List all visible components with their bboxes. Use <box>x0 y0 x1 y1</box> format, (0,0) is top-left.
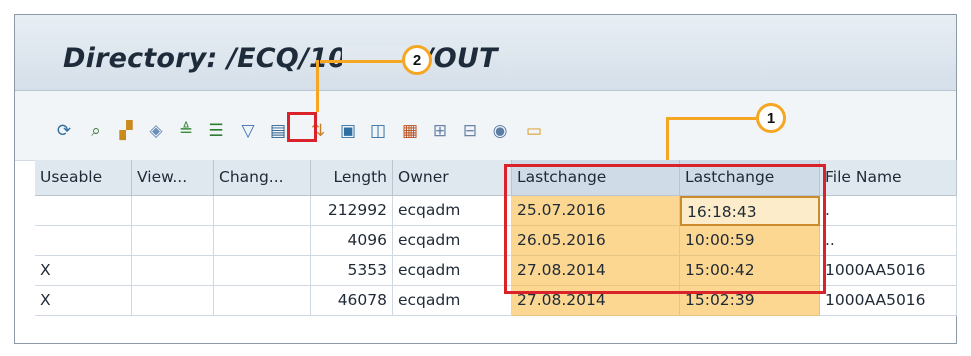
callout-1-leader-v <box>666 117 669 165</box>
table-cell-length[interactable]: 46078 <box>311 286 393 316</box>
table-cell-file-name[interactable]: . <box>820 196 957 226</box>
display-icon[interactable]: ▣ <box>337 120 359 142</box>
table-cell-file-name[interactable]: .. <box>820 226 957 256</box>
set-filter-icon[interactable]: ▽ <box>237 120 259 142</box>
callout-1-number: 1 <box>766 109 776 127</box>
layout-icon[interactable]: ◫ <box>367 120 389 142</box>
table-cell-useable[interactable] <box>35 196 132 226</box>
table-cell-length[interactable]: 4096 <box>311 226 393 256</box>
column-header-changed[interactable]: Chang... <box>214 160 311 196</box>
column-header-owner[interactable]: Owner <box>393 160 512 196</box>
table-cell-lastchange-date[interactable]: 26.05.2016 <box>512 226 680 256</box>
table-cell-changed[interactable] <box>214 226 311 256</box>
table-cell-owner[interactable]: ecqadm <box>393 226 512 256</box>
table-cell-lastchange-time[interactable]: 15:00:42 <box>680 256 820 286</box>
export-excel-icon[interactable]: ▤ <box>267 120 289 142</box>
table-cell-lastchange-time-selected[interactable]: 16:18:43 <box>680 196 820 226</box>
folder-icon[interactable]: ▭ <box>523 120 545 142</box>
table-cell-changed[interactable] <box>214 256 311 286</box>
directory-table: Useable View... Chang... Length Owner La… <box>14 160 957 344</box>
table-cell-view[interactable] <box>132 286 214 316</box>
table-cell-lastchange-date[interactable]: 27.08.2014 <box>512 286 680 316</box>
table-cell-useable[interactable] <box>35 226 132 256</box>
table-cell-file-name[interactable]: 1000AA5016 <box>820 256 957 286</box>
copy-icon[interactable]: ▞ <box>115 120 137 142</box>
table-cell-owner[interactable]: ecqadm <box>393 256 512 286</box>
search-detail-icon[interactable]: ⌕ <box>85 120 107 142</box>
table-cell-owner[interactable]: ecqadm <box>393 286 512 316</box>
callout-1-badge: 1 <box>756 103 786 133</box>
column-header-file-name[interactable]: File Name <box>820 160 957 196</box>
callout-1-leader-h <box>668 117 756 120</box>
table-cell-view[interactable] <box>132 226 214 256</box>
table-cell-length[interactable]: 212992 <box>311 196 393 226</box>
database-icon[interactable]: ◉ <box>489 120 511 142</box>
column-header-length[interactable]: Length <box>311 160 393 196</box>
table-cell-changed[interactable] <box>214 286 311 316</box>
callout-2-number: 2 <box>412 51 422 69</box>
table-cell-lastchange-time[interactable]: 15:02:39 <box>680 286 820 316</box>
column-header-lastchange-time[interactable]: Lastchange <box>680 160 820 196</box>
table-cell-useable[interactable]: X <box>35 256 132 286</box>
callout-2-leader-h <box>320 60 402 63</box>
grid-icon[interactable]: ▦ <box>399 120 421 142</box>
application-toolbar: ⟳ ⌕ ▞ ◈ ≜ ☰ ▽ ▤ ⇅ ▣ ◫ ▦ ⊞ ⊟ ◉ ▭ <box>15 91 956 161</box>
filter-rows-icon[interactable]: ☰ <box>205 120 227 142</box>
column-split-icon[interactable]: ⊟ <box>459 120 481 142</box>
column-header-useable[interactable]: Useable <box>35 160 132 196</box>
table-cell-changed[interactable] <box>214 196 311 226</box>
refresh-icon[interactable]: ⟳ <box>53 120 75 142</box>
callout-2-leader-v <box>316 60 319 112</box>
table-cell-owner[interactable]: ecqadm <box>393 196 512 226</box>
title-bar: Directory: /ECQ/10 /WM/OUT <box>15 15 956 91</box>
table-cell-file-name[interactable]: 1000AA5016 <box>820 286 957 316</box>
callout-2-badge: 2 <box>402 45 432 75</box>
page-title: Directory: /ECQ/10 /WM/OUT <box>63 43 498 74</box>
column-header-lastchange-date[interactable]: Lastchange <box>512 160 680 196</box>
table-cell-length[interactable]: 5353 <box>311 256 393 286</box>
table-cell-lastchange-date[interactable]: 27.08.2014 <box>512 256 680 286</box>
table-cell-view[interactable] <box>132 256 214 286</box>
sort-ascending-icon[interactable]: ≜ <box>175 120 197 142</box>
table-cell-view[interactable] <box>132 196 214 226</box>
table-cell-useable[interactable]: X <box>35 286 132 316</box>
table-cell-lastchange-date[interactable]: 25.07.2016 <box>512 196 680 226</box>
sort-icon[interactable]: ⇅ <box>307 120 329 142</box>
eraser-icon[interactable]: ◈ <box>145 120 167 142</box>
table-cell-lastchange-time[interactable]: 10:00:59 <box>680 226 820 256</box>
column-icon[interactable]: ⊞ <box>429 120 451 142</box>
column-header-view[interactable]: View... <box>132 160 214 196</box>
